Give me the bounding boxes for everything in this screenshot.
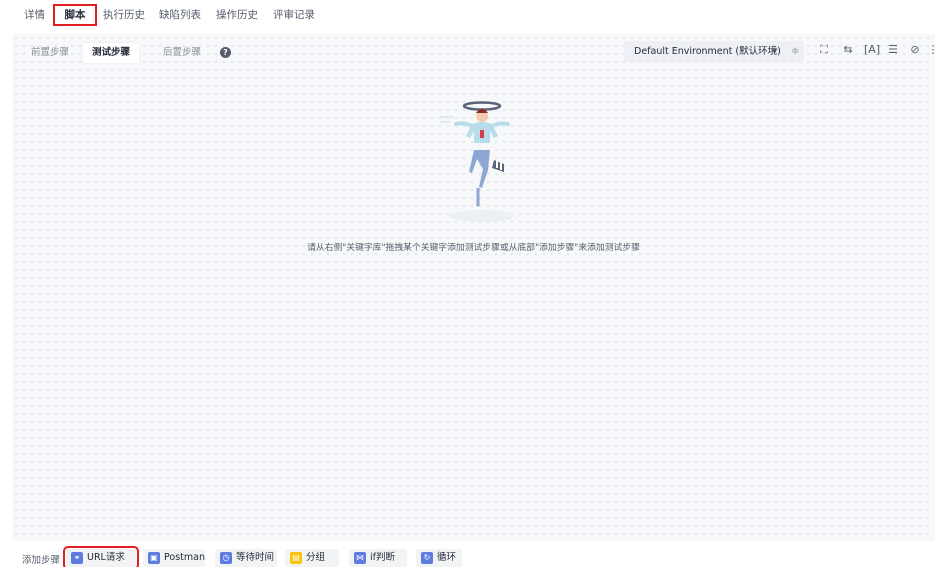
button-label: if判断	[370, 552, 395, 563]
more-icon[interactable]: ⋮	[926, 43, 935, 57]
tab-operation-history[interactable]: 操作历史	[216, 6, 258, 24]
tab-execution-history[interactable]: 执行历史	[103, 6, 145, 24]
fullscreen-icon[interactable]: ⛶	[817, 43, 831, 57]
empty-state-illustration	[440, 101, 514, 222]
tab-test-steps[interactable]: 测试步骤	[83, 43, 140, 63]
top-tab-bar: 详情 脚本 执行历史 缺陷列表 操作历史 评审记录	[0, 0, 935, 30]
add-postman-button[interactable]: ▣ Postman	[143, 549, 205, 567]
tab-pre-steps[interactable]: 前置步骤	[22, 43, 78, 63]
environment-select-value: Default Environment (默认环境)	[634, 46, 781, 57]
branch-icon: ⋈	[354, 552, 366, 564]
add-url-request-button[interactable]: ⚭ URL请求	[63, 546, 139, 567]
add-wait-time-button[interactable]: ◷ 等待时间	[215, 549, 277, 567]
link-icon: ⚭	[71, 552, 83, 564]
environment-select[interactable]: Default Environment (默认环境) ▼ ≑	[624, 41, 804, 62]
tab-details[interactable]: 详情	[24, 6, 45, 24]
empty-state-text: 请从右侧"关键字库"拖拽某个关键字添加测试步骤或从底部"添加步骤"来添加测试步骤	[307, 243, 640, 253]
tab-script[interactable]: 脚本	[53, 4, 97, 26]
add-loop-button[interactable]: ↻ 循环	[416, 549, 462, 567]
add-if-condition-button[interactable]: ⋈ if判断	[349, 549, 407, 567]
clock-icon: ◷	[220, 552, 232, 564]
loop-icon: ↻	[421, 552, 433, 564]
postman-icon: ▣	[148, 552, 160, 564]
debug-icon[interactable]: ⊘	[908, 43, 922, 57]
add-step-bar: 添加步骤 ⚭ URL请求 ▣ Postman ◷ 等待时间 ▤ 分组 ⋈ if判…	[0, 544, 935, 567]
script-canvas[interactable]: 前置步骤 测试步骤 后置步骤 ? Default Environment (默认…	[12, 34, 935, 541]
filter-icon[interactable]: ≑	[791, 41, 799, 62]
swap-icon[interactable]: ⇆	[841, 43, 855, 57]
button-label: Postman	[164, 552, 205, 563]
tab-defect-list[interactable]: 缺陷列表	[159, 6, 201, 24]
variable-icon[interactable]: [A]	[864, 43, 880, 57]
list-icon[interactable]: ☰	[886, 43, 900, 57]
add-step-label: 添加步骤	[22, 555, 61, 566]
chevron-down-icon: ▼	[772, 47, 778, 55]
button-label: 分组	[306, 552, 326, 563]
button-label: 循环	[437, 552, 457, 563]
group-icon: ▤	[290, 552, 302, 564]
tab-post-steps[interactable]: 后置步骤	[154, 43, 210, 63]
add-group-button[interactable]: ▤ 分组	[285, 549, 339, 567]
help-icon[interactable]: ?	[220, 47, 231, 58]
button-label: 等待时间	[236, 552, 275, 563]
button-label: URL请求	[87, 552, 125, 563]
tab-review-records[interactable]: 评审记录	[273, 6, 315, 24]
